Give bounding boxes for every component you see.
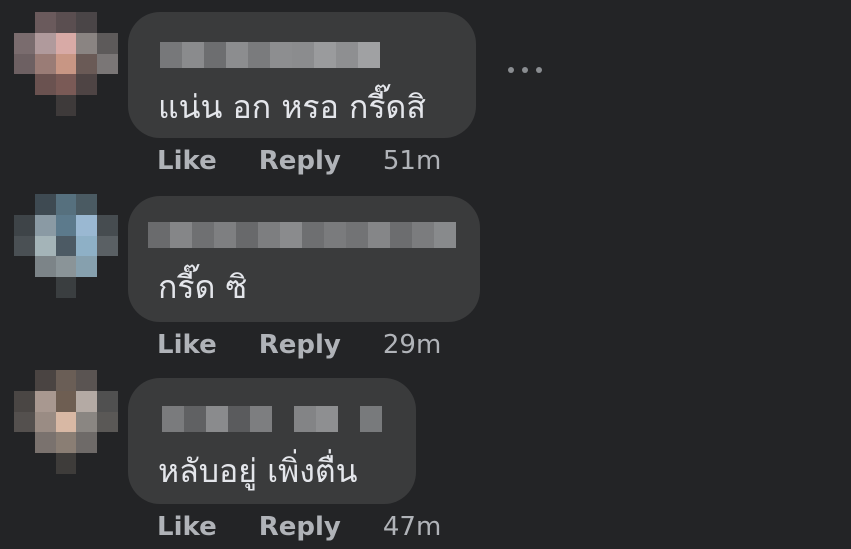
reply-button[interactable]: Reply [259, 512, 341, 542]
author-name-blurred[interactable] [148, 222, 456, 248]
like-button[interactable]: Like [157, 330, 217, 360]
comment-actions: Like Reply 29m [157, 330, 441, 360]
comment-bubble: กรี๊ด ซิ [128, 196, 480, 322]
comment-actions: Like Reply 47m [157, 512, 441, 542]
like-button[interactable]: Like [157, 512, 217, 542]
reply-button[interactable]: Reply [259, 330, 341, 360]
reply-button[interactable]: Reply [259, 146, 341, 176]
timestamp[interactable]: 51m [383, 146, 441, 176]
comment-text: กรี๊ด ซิ [158, 268, 248, 306]
more-options-icon[interactable] [508, 60, 542, 80]
comment-bubble: แน่น อก หรอ กรี๊ดสิ [128, 12, 476, 138]
comment-actions: Like Reply 51m [157, 146, 441, 176]
comment-text: แน่น อก หรอ กรี๊ดสิ [158, 88, 426, 126]
avatar[interactable] [14, 194, 118, 298]
avatar[interactable] [14, 12, 118, 116]
comment-bubble: หลับอยู่ เพิ่งตื่น [128, 378, 416, 504]
author-name-blurred[interactable] [162, 406, 382, 432]
comment-text: หลับอยู่ เพิ่งตื่น [158, 452, 358, 490]
timestamp[interactable]: 47m [383, 512, 441, 542]
avatar[interactable] [14, 370, 118, 474]
timestamp[interactable]: 29m [383, 330, 441, 360]
author-name-blurred[interactable] [160, 42, 380, 68]
like-button[interactable]: Like [157, 146, 217, 176]
